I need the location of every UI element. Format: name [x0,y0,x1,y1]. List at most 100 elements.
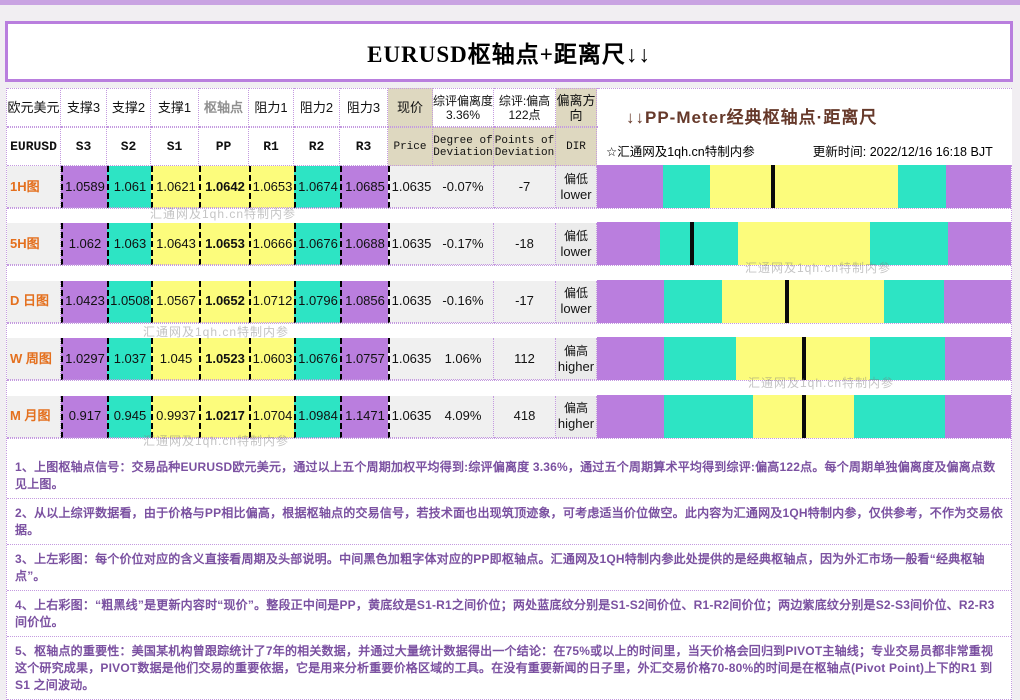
header-r3-cn: 阻力3 [340,88,388,127]
distance-bar-cell [597,166,1011,208]
note-2: 2、从以上综评数据看，由于价格与PP相比偏高，根据枢轴点的交易信号，若技术面也出… [7,499,1011,545]
cell-price: 1.0635 [388,223,433,265]
cell-s1: 1.0643 [151,223,199,265]
footer-notes: 1、上图枢轴点信号：交易品种EURUSD欧元美元，通过以上五个周期加权平均得到:… [6,453,1012,700]
cell-pp: 1.0642 [199,166,249,208]
bar-segment-teal [660,222,738,265]
cell-s1: 1.0567 [151,281,199,323]
row-1h: 1H图 1.0589 1.061 1.0621 1.0642 1.0653 1.… [7,166,1011,223]
cell-pp: 1.0652 [199,281,249,323]
row-5h: 5H图 1.062 1.063 1.0643 1.0653 1.0666 1.0… [7,223,1011,280]
cell-r1: 1.0666 [249,223,294,265]
cell-r1: 1.0653 [249,166,294,208]
source-note: ☆汇通网及1qh.cn特制内参 [606,141,755,160]
bar-segment-purple [597,165,663,208]
direction-cn: 偏低 [564,286,588,301]
update-time: 更新时间: 2022/12/16 16:18 BJT [813,141,993,160]
cell-s1: 1.0621 [151,166,199,208]
header-pair-cn: 欧元美元 [7,88,61,127]
direction-en: higher [558,416,594,431]
header-pair-en: EURUSD [7,127,61,166]
bar-segment-purple [948,222,1011,265]
cell-s2: 1.061 [107,166,151,208]
row-gap [7,381,1011,395]
cell-s2: 1.063 [107,223,151,265]
header-r1-en: R1 [249,127,294,166]
cell-deviation-degree: 4.09% [433,396,494,438]
bar-segment-teal [664,337,736,380]
distance-bar-cell [597,396,1011,438]
table-row: D 日图 1.0423 1.0508 1.0567 1.0652 1.0712 … [7,281,1011,324]
cell-r3: 1.0688 [340,223,388,265]
cell-deviation-points: -17 [494,281,556,323]
header-r1-cn: 阻力1 [249,88,294,127]
cell-pp: 1.0523 [199,338,249,380]
distance-bar-cell [597,281,1011,323]
header-s2-en: S2 [107,127,151,166]
direction-cn: 偏低 [564,229,588,244]
header-s3-en: S3 [61,127,107,166]
cell-r3: 1.0685 [340,166,388,208]
cell-price: 1.0635 [388,281,433,323]
row-gap [7,439,1011,454]
cell-s3: 0.917 [61,396,107,438]
bar-segment-yellow [738,222,870,265]
direction-en: lower [560,244,591,259]
row-daily: D 日图 1.0423 1.0508 1.0567 1.0652 1.0712 … [7,281,1011,338]
pivot-table: 欧元美元 支撑3 支撑2 支撑1 枢轴点 阻力1 阻力2 阻力3 现价 综评偏离… [6,88,1012,451]
row-label-daily: D 日图 [7,281,61,323]
table-row: 5H图 1.062 1.063 1.0643 1.0653 1.0666 1.0… [7,223,1011,266]
cell-deviation-degree: -0.07% [433,166,494,208]
cell-s3: 1.062 [61,223,107,265]
cell-s3: 1.0589 [61,166,107,208]
row-gap [7,266,1011,280]
bar-segment-yellow [722,280,884,323]
current-price-marker [690,222,694,265]
note-5: 5、枢轴点的重要性：美国某机构曾跟踪统计了7年的相关数据，并通过大量统计数据得出… [7,637,1011,700]
cell-r3: 1.1471 [340,396,388,438]
cell-s2: 1.037 [107,338,151,380]
cell-s1: 0.9937 [151,396,199,438]
bar-segment-purple [945,395,1011,438]
bar-segment-yellow [710,165,898,208]
current-price-marker [771,165,775,208]
cell-r2: 1.0676 [294,338,340,380]
header-price-cn: 现价 [388,88,433,127]
bar-segment-teal [870,222,948,265]
cell-deviation-points: 418 [494,396,556,438]
header-deviation-points-cn: 综评:偏高 122点 [494,88,556,127]
header-r2-en: R2 [294,127,340,166]
bar-segment-purple [597,280,664,323]
header-s1-cn: 支撑1 [151,88,199,127]
cell-direction: 偏高 higher [556,338,597,380]
distance-bar [597,165,1011,208]
header-pp-cn: 枢轴点 [199,88,249,127]
row-gap [7,324,1011,338]
cell-deviation-points: 112 [494,338,556,380]
header-direction-cn: 偏离方向 [556,88,597,127]
cell-direction: 偏低 lower [556,166,597,208]
cell-deviation-degree: -0.17% [433,223,494,265]
note-3: 3、上左彩图：每个价位对应的含义直接看周期及头部说明。中间黑色加粗字体对应的PP… [7,545,1011,591]
header-deviation-points-en: Points of Deviation [494,127,556,166]
row-label-monthly: M 月图 [7,396,61,438]
bar-segment-purple [945,337,1011,380]
distance-bar-cell [597,223,1011,265]
note-1: 1、上图枢轴点信号：交易品种EURUSD欧元美元，通过以上五个周期加权平均得到:… [7,453,1011,499]
cell-price: 1.0635 [388,396,433,438]
bar-segment-teal [898,165,946,208]
direction-en: lower [560,301,591,316]
distance-bar [597,337,1011,380]
cell-s2: 0.945 [107,396,151,438]
cell-s2: 1.0508 [107,281,151,323]
cell-r2: 1.0676 [294,223,340,265]
cell-r2: 1.0984 [294,396,340,438]
cell-r3: 1.0856 [340,281,388,323]
cell-r2: 1.0796 [294,281,340,323]
row-label-1h: 1H图 [7,166,61,208]
header-r3-en: R3 [340,127,388,166]
cell-price: 1.0635 [388,338,433,380]
cell-r2: 1.0674 [294,166,340,208]
distance-bar [597,280,1011,323]
bar-segment-purple [597,395,664,438]
